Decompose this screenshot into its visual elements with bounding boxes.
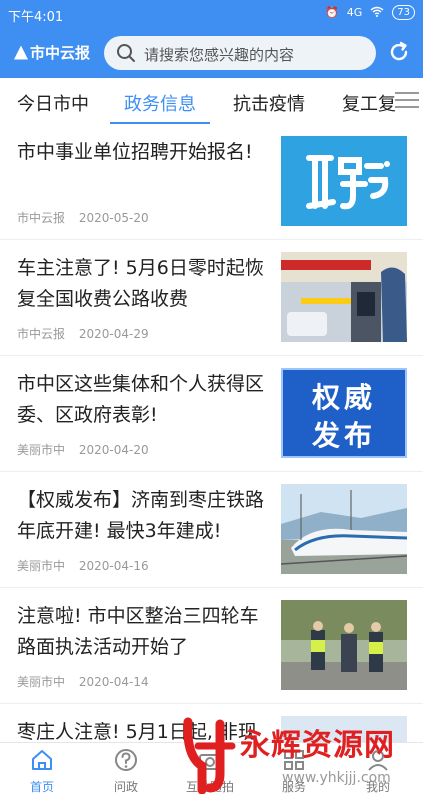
thumb-text-line1: 权威 bbox=[311, 381, 376, 414]
article-date: 2020-04-20 bbox=[78, 443, 149, 457]
article-date: 2020-04-16 bbox=[78, 559, 149, 573]
alarm-icon: ⏰ bbox=[325, 6, 339, 19]
article-meta: 市中云报 2020-04-29 bbox=[17, 325, 159, 342]
watermark-text: 永辉资源网 bbox=[240, 728, 395, 763]
watermark-url: www.yhkjjj.com bbox=[282, 770, 391, 786]
search-placeholder: 请搜索您感兴趣的内容 bbox=[144, 46, 295, 64]
wifi-icon bbox=[370, 6, 384, 20]
tab-epidemic[interactable]: 抗击疫情 bbox=[233, 90, 305, 116]
article-source: 市中云报 bbox=[17, 211, 66, 225]
nav-label: 问政 bbox=[113, 780, 138, 794]
article-meta: 美丽市中 2020-04-14 bbox=[17, 673, 159, 690]
refresh-icon[interactable] bbox=[387, 40, 411, 68]
battery-icon: 73 bbox=[392, 5, 415, 20]
article-date: 2020-04-29 bbox=[78, 327, 149, 341]
article-source: 市中云报 bbox=[17, 327, 66, 341]
article-title: 市中事业单位招聘开始报名! bbox=[17, 141, 253, 163]
article-item[interactable]: 市中事业单位招聘开始报名! 市中云报 2020-05-20 bbox=[0, 124, 423, 240]
logo-text: 市中云报 bbox=[30, 44, 91, 62]
article-meta: 美丽市中 2020-04-16 bbox=[17, 557, 159, 574]
home-icon bbox=[29, 750, 55, 776]
article-date: 2020-05-20 bbox=[78, 211, 149, 225]
article-title: 【权威发布】济南到枣庄铁路年底开建! 最快3年建成! bbox=[17, 489, 265, 542]
search-icon bbox=[116, 43, 136, 67]
nav-home[interactable]: 首页 bbox=[12, 747, 72, 795]
status-bar: 下午4:01 ⏰ 4G 73 bbox=[0, 0, 423, 28]
article-date: 2020-04-14 bbox=[78, 675, 149, 689]
article-thumbnail bbox=[281, 600, 407, 690]
article-thumbnail bbox=[281, 136, 407, 226]
nav-label: 首页 bbox=[29, 780, 54, 794]
thumb-text-line2: 发布 bbox=[311, 419, 376, 452]
article-thumbnail bbox=[281, 252, 407, 342]
status-time: 下午4:01 bbox=[8, 10, 64, 25]
watermark: 永辉资源网 www.yhkjjj.com bbox=[176, 712, 423, 800]
tab-today[interactable]: 今日市中 bbox=[17, 90, 89, 116]
article-list: 市中事业单位招聘开始报名! 市中云报 2020-05-20 车主注意了! 5月6… bbox=[0, 124, 423, 742]
menu-icon[interactable] bbox=[395, 92, 419, 110]
article-thumbnail: 权威 发布 bbox=[281, 368, 407, 458]
article-item[interactable]: 注意啦! 市中区整治三四轮车路面执法活动开始了 美丽市中 2020-04-14 bbox=[0, 588, 423, 704]
status-icons: ⏰ 4G 73 bbox=[325, 5, 415, 20]
category-tabs: 今日市中 政务信息 抗击疫情 复工复 bbox=[0, 78, 423, 124]
tab-resume-work[interactable]: 复工复 bbox=[342, 90, 396, 116]
article-title: 车主注意了! 5月6日零时起恢复全国收费公路收费 bbox=[17, 257, 264, 310]
watermark-logo-icon bbox=[183, 717, 236, 794]
article-title: 注意啦! 市中区整治三四轮车路面执法活动开始了 bbox=[17, 605, 259, 658]
article-source: 美丽市中 bbox=[17, 559, 66, 573]
app-header: 市中云报 请搜索您感兴趣的内容 bbox=[0, 28, 423, 78]
article-item[interactable]: 市中区这些集体和个人获得区委、区政府表彰! 美丽市中 2020-04-20 权威… bbox=[0, 356, 423, 472]
signal-icon: 4G bbox=[346, 6, 363, 19]
logo-mark-icon bbox=[14, 45, 28, 60]
article-title: 市中区这些集体和个人获得区委、区政府表彰! bbox=[17, 373, 265, 426]
search-input[interactable]: 请搜索您感兴趣的内容 bbox=[104, 36, 376, 70]
article-meta: 美丽市中 2020-04-20 bbox=[17, 441, 159, 458]
article-source: 美丽市中 bbox=[17, 675, 66, 689]
nav-inquiry[interactable]: 问政 bbox=[96, 747, 156, 795]
article-item[interactable]: 【权威发布】济南到枣庄铁路年底开建! 最快3年建成! 美丽市中 2020-04-… bbox=[0, 472, 423, 588]
question-icon bbox=[113, 749, 139, 776]
tab-government[interactable]: 政务信息 bbox=[124, 90, 196, 116]
article-meta: 市中云报 2020-05-20 bbox=[17, 209, 159, 226]
article-source: 美丽市中 bbox=[17, 443, 66, 457]
app-logo: 市中云报 bbox=[14, 42, 90, 63]
article-thumbnail bbox=[281, 484, 407, 574]
article-item[interactable]: 车主注意了! 5月6日零时起恢复全国收费公路收费 市中云报 2020-04-29 bbox=[0, 240, 423, 356]
